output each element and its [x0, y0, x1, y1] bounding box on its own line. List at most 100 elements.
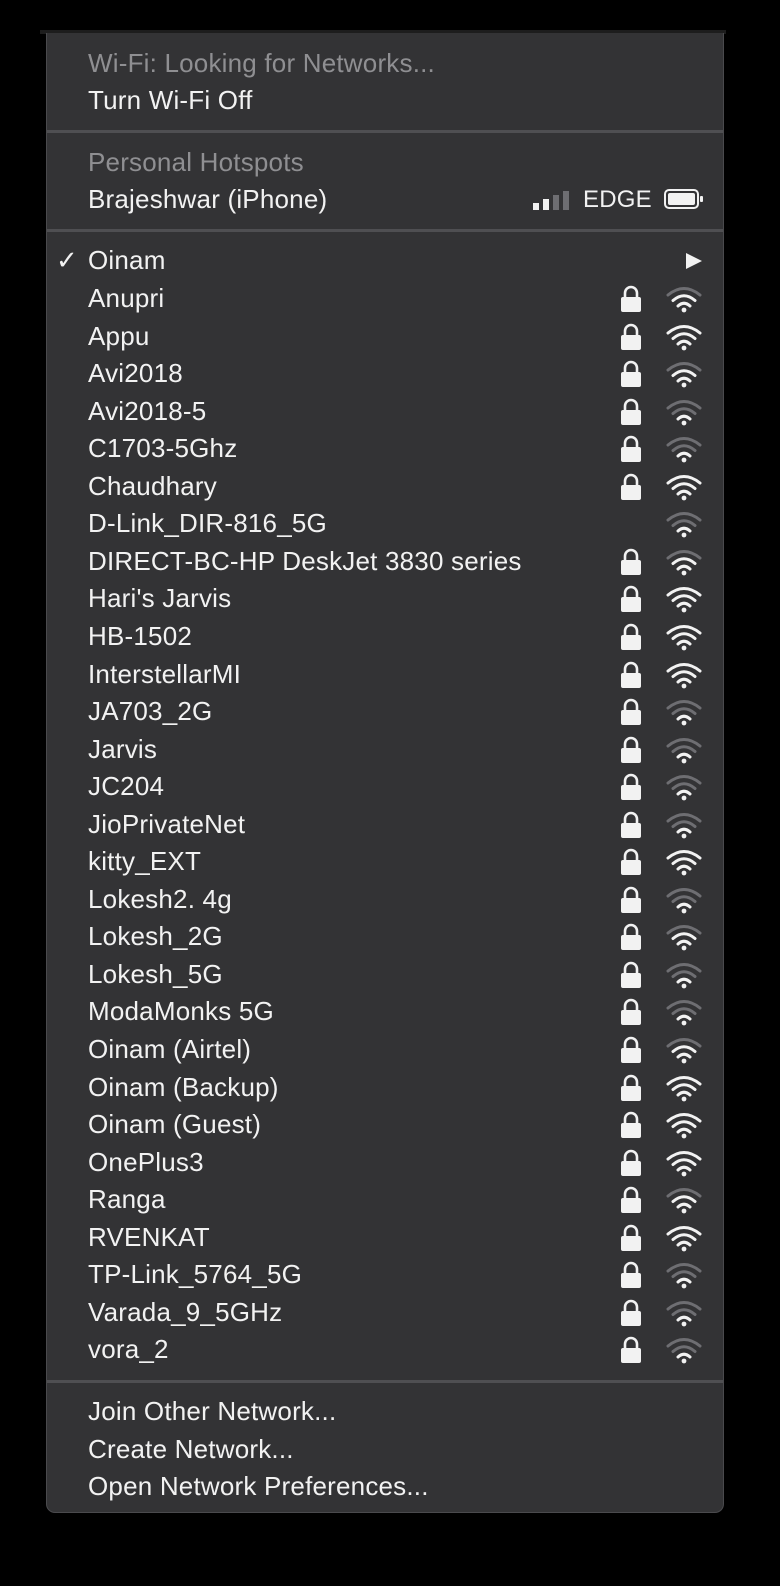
lock-icon — [621, 1224, 641, 1251]
separator — [47, 130, 723, 133]
wifi-signal-icon — [666, 1188, 702, 1214]
lock-icon — [621, 1111, 641, 1139]
network-item[interactable]: InterstellarMI — [47, 656, 723, 693]
network-item[interactable]: Appu — [47, 318, 723, 355]
network-name-label: Jarvis — [88, 733, 158, 764]
open-network-preferences-item[interactable]: Open Network Preferences... — [47, 1468, 723, 1505]
wifi-signal-icon — [666, 437, 702, 463]
create-network-item[interactable]: Create Network... — [47, 1431, 723, 1468]
wifi-signal-icon — [666, 1225, 702, 1252]
network-name-label: Avi2018-5 — [88, 395, 207, 426]
network-item[interactable]: D-Link_DIR-816_5G — [47, 505, 723, 542]
wifi-signal-icon — [666, 549, 702, 576]
lock-icon — [621, 1186, 641, 1214]
wifi-status-label: Wi-Fi: Looking for Networks... — [88, 48, 435, 78]
network-item[interactable]: Lokesh2. 4g — [47, 881, 723, 918]
submenu-arrow-icon — [686, 253, 702, 269]
network-item[interactable]: C1703-5Ghz — [47, 430, 723, 467]
network-name-label: InterstellarMI — [88, 658, 242, 689]
network-item[interactable]: JA703_2G — [47, 693, 723, 730]
network-item[interactable]: TP-Link_5764_5G — [47, 1256, 723, 1293]
wifi-signal-icon — [666, 287, 702, 313]
network-item[interactable]: Avi2018-5 — [47, 393, 723, 430]
network-item[interactable]: kitty_EXT — [47, 843, 723, 880]
network-item[interactable]: Lokesh_5G — [47, 956, 723, 993]
lock-icon — [621, 811, 641, 838]
lock-icon — [621, 848, 641, 876]
network-name-label: JA703_2G — [88, 696, 213, 727]
network-name-label: Ranga — [88, 1184, 166, 1215]
wifi-signal-icon — [666, 399, 702, 426]
hotspot-item-brajeshwar[interactable]: Brajeshwar (iPhone) EDGE — [47, 181, 723, 218]
network-name-label: D-Link_DIR-816_5G — [88, 508, 327, 539]
wifi-signal-icon — [666, 324, 702, 350]
network-item[interactable]: ModaMonks 5G — [47, 993, 723, 1030]
network-name-label: HB-1502 — [88, 620, 193, 651]
separator — [47, 229, 723, 232]
hotspot-device-label: Brajeshwar (iPhone) — [88, 184, 328, 214]
wifi-signal-icon — [666, 1000, 702, 1026]
wifi-signal-icon — [666, 512, 702, 538]
network-item[interactable]: Avi2018 — [47, 355, 723, 392]
signal-bar — [563, 191, 569, 210]
network-name-label: JC204 — [88, 771, 165, 802]
turn-wifi-off-label: Turn Wi-Fi Off — [88, 85, 253, 115]
turn-wifi-off-item[interactable]: Turn Wi-Fi Off — [47, 82, 723, 119]
network-item[interactable]: Jarvis — [47, 731, 723, 768]
wifi-signal-icon — [666, 1075, 702, 1101]
checkmark-icon: ✓ — [56, 245, 78, 275]
network-item[interactable]: Ranga — [47, 1181, 723, 1218]
lock-icon — [621, 999, 641, 1026]
lock-icon — [621, 773, 641, 801]
network-name-label: Hari's Jarvis — [88, 583, 232, 614]
network-item[interactable]: Oinam (Backup) — [47, 1069, 723, 1106]
network-item[interactable]: Anupri — [47, 280, 723, 317]
join-other-network-label: Join Other Network... — [88, 1396, 337, 1426]
network-name-label: OnePlus3 — [88, 1146, 204, 1177]
network-item[interactable]: Lokesh_2G — [47, 918, 723, 955]
network-name-label: JioPrivateNet — [88, 808, 246, 839]
cellular-signal-icon — [533, 191, 569, 210]
join-other-network-item[interactable]: Join Other Network... — [47, 1393, 723, 1430]
network-item[interactable]: RVENKAT — [47, 1219, 723, 1256]
wifi-signal-icon — [666, 962, 702, 989]
wifi-status-row: Wi-Fi: Looking for Networks... — [47, 45, 723, 82]
network-name-label: Oinam (Backup) — [88, 1071, 279, 1102]
network-name-label: Avi2018 — [88, 358, 183, 389]
open-network-preferences-label: Open Network Preferences... — [88, 1471, 429, 1501]
lock-icon — [621, 661, 641, 688]
network-item[interactable]: Oinam (Guest) — [47, 1106, 723, 1143]
lock-icon — [621, 1299, 641, 1326]
network-name-label: TP-Link_5764_5G — [88, 1259, 303, 1290]
network-item[interactable]: JioPrivateNet — [47, 806, 723, 843]
network-item[interactable]: Varada_9_5GHz — [47, 1294, 723, 1331]
lock-icon — [621, 398, 641, 425]
network-name-label: Varada_9_5GHz — [88, 1296, 283, 1327]
wifi-signal-icon — [666, 812, 702, 839]
network-item[interactable]: Hari's Jarvis — [47, 580, 723, 617]
wifi-signal-icon — [666, 700, 702, 726]
network-name-label: Lokesh2. 4g — [88, 883, 232, 914]
lock-icon — [621, 886, 641, 913]
wifi-signal-icon — [666, 587, 702, 613]
network-item[interactable]: HB-1502 — [47, 618, 723, 655]
lock-icon — [621, 1036, 641, 1063]
network-item[interactable]: vora_2 — [47, 1331, 723, 1368]
wifi-signal-icon — [666, 1300, 702, 1327]
network-item[interactable]: Oinam (Airtel) — [47, 1031, 723, 1068]
connected-network-oinam[interactable]: ✓ Oinam — [47, 242, 723, 279]
network-name-label: Appu — [88, 320, 150, 351]
lock-icon — [621, 1149, 641, 1176]
network-item[interactable]: DIRECT-BC-HP DeskJet 3830 series — [47, 543, 723, 580]
create-network-label: Create Network... — [88, 1434, 294, 1464]
network-item[interactable]: Chaudhary — [47, 468, 723, 505]
network-item[interactable]: JC204 — [47, 768, 723, 805]
lock-icon — [621, 961, 641, 988]
network-name-label: C1703-5Ghz — [88, 433, 238, 464]
network-name-label: Oinam (Guest) — [88, 1109, 262, 1140]
network-name-label: vora_2 — [88, 1334, 169, 1365]
network-name-label: Oinam (Airtel) — [88, 1034, 252, 1064]
network-item[interactable]: OnePlus3 — [47, 1144, 723, 1181]
lock-icon — [621, 548, 641, 575]
network-name-label: Chaudhary — [88, 470, 217, 501]
